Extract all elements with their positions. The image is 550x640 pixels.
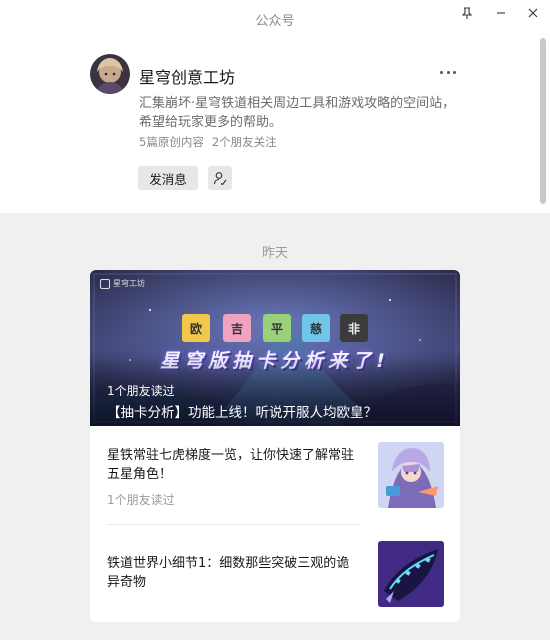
- hero-article[interactable]: 星穹工坊 欧 吉 平 慈 非 星穹版抽卡分析来了! 1个朋友读过 【抽卡分析】功…: [90, 270, 460, 426]
- title-bar: 公众号: [0, 0, 550, 36]
- account-profile: 星穹创意工坊 汇集崩坏·星穹铁道相关周边工具和游戏攻略的空间站，希望给玩家更多的…: [0, 36, 550, 213]
- follow-user-icon[interactable]: [208, 166, 232, 190]
- friends-following[interactable]: 2个朋友关注: [212, 135, 277, 149]
- ellipsis-icon[interactable]: [436, 62, 460, 82]
- hero-logo: 星穹工坊: [100, 278, 145, 289]
- article-read-by: 1个朋友读过: [107, 493, 175, 507]
- hero-read-by: 1个朋友读过: [107, 384, 175, 398]
- tile-label: 吉: [223, 314, 251, 342]
- hero-title: 【抽卡分析】功能上线！听说开服人均欧皇？: [107, 405, 377, 421]
- divider: [107, 524, 361, 525]
- tile-label: 非: [340, 314, 368, 342]
- article-title: 铁道世界小细节1：细数那些突破三观的诡异奇物: [107, 556, 350, 590]
- scrollbar[interactable]: [540, 38, 546, 204]
- tile-label: 慈: [302, 314, 330, 342]
- account-description: 汇集崩坏·星穹铁道相关周边工具和游戏攻略的空间站，希望给玩家更多的帮助。: [139, 96, 456, 130]
- account-avatar[interactable]: [90, 54, 130, 94]
- tile-label: 欧: [182, 314, 210, 342]
- tile-label: 平: [263, 314, 291, 342]
- article-title: 星铁常驻七虎梯度一览，让你快速了解常驻五星角色！: [107, 448, 355, 482]
- pin-icon[interactable]: [454, 4, 480, 22]
- original-count: 5篇原创内容: [139, 135, 204, 149]
- minimize-icon[interactable]: [488, 4, 514, 22]
- close-icon[interactable]: [520, 4, 546, 22]
- account-name: 星穹创意工坊: [139, 68, 236, 87]
- article-thumbnail: [378, 442, 444, 508]
- date-separator: 昨天: [261, 246, 288, 261]
- account-stats: 5篇原创内容 2个朋友关注: [139, 134, 277, 150]
- article-thumbnail: [378, 541, 444, 607]
- send-message-button[interactable]: 发消息: [138, 166, 198, 190]
- article-card: 星穹工坊 欧 吉 平 慈 非 星穹版抽卡分析来了! 1个朋友读过 【抽卡分析】功…: [90, 270, 460, 622]
